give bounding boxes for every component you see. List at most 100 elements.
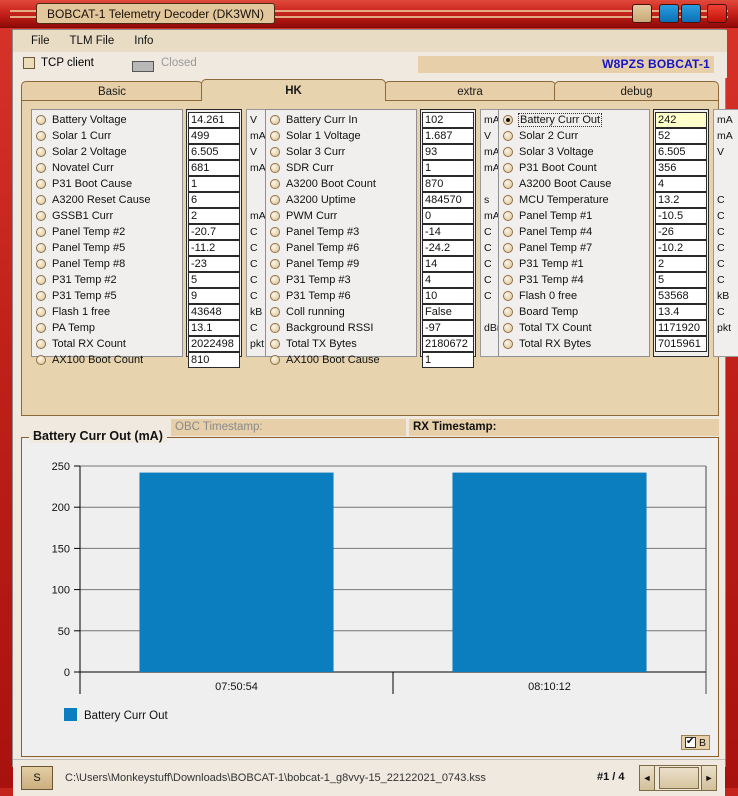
telemetry-value-field[interactable]: 1.687: [422, 128, 474, 144]
telemetry-radio-row[interactable]: Solar 3 Curr: [268, 144, 416, 160]
telemetry-value-field[interactable]: 2180672: [422, 336, 474, 352]
telemetry-value-field[interactable]: -14: [422, 224, 474, 240]
menu-item-file[interactable]: File: [21, 33, 60, 49]
radio-button-icon[interactable]: [503, 115, 513, 125]
radio-button-icon[interactable]: [503, 339, 513, 349]
telemetry-value-field[interactable]: -11.2: [188, 240, 240, 256]
radio-button-icon[interactable]: [503, 131, 513, 141]
radio-button-icon[interactable]: [36, 243, 46, 253]
restore-button[interactable]: [659, 4, 679, 23]
bar[interactable]: [139, 472, 334, 672]
telemetry-radio-row[interactable]: Panel Temp #7: [501, 240, 649, 256]
radio-button-icon[interactable]: [503, 179, 513, 189]
telemetry-radio-row[interactable]: P31 Temp #2: [34, 272, 182, 288]
radio-button-icon[interactable]: [36, 115, 46, 125]
telemetry-value-field[interactable]: 810: [188, 352, 240, 368]
radio-button-icon[interactable]: [503, 323, 513, 333]
telemetry-radio-row[interactable]: Panel Temp #4: [501, 224, 649, 240]
radio-button-icon[interactable]: [36, 307, 46, 317]
telemetry-radio-row[interactable]: Panel Temp #9: [268, 256, 416, 272]
telemetry-value-field[interactable]: 242: [655, 112, 707, 128]
tab-extra[interactable]: extra: [384, 81, 556, 101]
telemetry-value-field[interactable]: 52: [655, 128, 707, 144]
telemetry-value-field[interactable]: 6.505: [188, 144, 240, 160]
telemetry-value-field[interactable]: 499: [188, 128, 240, 144]
telemetry-value-field[interactable]: 13.2: [655, 192, 707, 208]
radio-button-icon[interactable]: [270, 355, 280, 365]
telemetry-value-field[interactable]: 1: [422, 352, 474, 368]
tab-basic[interactable]: Basic: [21, 81, 203, 101]
radio-button-icon[interactable]: [503, 163, 513, 173]
telemetry-radio-row[interactable]: Panel Temp #3: [268, 224, 416, 240]
radio-button-icon[interactable]: [503, 259, 513, 269]
telemetry-radio-row[interactable]: P31 Temp #6: [268, 288, 416, 304]
telemetry-radio-row[interactable]: Solar 2 Curr: [501, 128, 649, 144]
radio-button-icon[interactable]: [36, 355, 46, 365]
s-button[interactable]: S: [21, 766, 53, 790]
telemetry-radio-row[interactable]: Solar 1 Curr: [34, 128, 182, 144]
telemetry-value-field[interactable]: 2: [188, 208, 240, 224]
horizontal-scrollbar[interactable]: ◄ ►: [639, 765, 717, 791]
radio-button-icon[interactable]: [503, 275, 513, 285]
menu-item-tlm-file[interactable]: TLM File: [60, 33, 125, 49]
telemetry-radio-row[interactable]: MCU Temperature: [501, 192, 649, 208]
radio-button-icon[interactable]: [270, 323, 280, 333]
radio-button-icon[interactable]: [36, 291, 46, 301]
radio-button-icon[interactable]: [270, 227, 280, 237]
tab-debug[interactable]: debug: [554, 81, 719, 101]
telemetry-value-field[interactable]: 2: [655, 256, 707, 272]
telemetry-value-field[interactable]: 6: [188, 192, 240, 208]
telemetry-value-field[interactable]: False: [422, 304, 474, 320]
telemetry-value-field[interactable]: 6.505: [655, 144, 707, 160]
radio-button-icon[interactable]: [36, 195, 46, 205]
telemetry-radio-row[interactable]: Panel Temp #1: [501, 208, 649, 224]
telemetry-value-field[interactable]: -20.7: [188, 224, 240, 240]
radio-button-icon[interactable]: [270, 131, 280, 141]
radio-button-icon[interactable]: [36, 259, 46, 269]
radio-button-icon[interactable]: [270, 179, 280, 189]
radio-button-icon[interactable]: [36, 339, 46, 349]
telemetry-value-field[interactable]: 1: [188, 176, 240, 192]
telemetry-radio-row[interactable]: P31 Temp #5: [34, 288, 182, 304]
telemetry-value-field[interactable]: -24.2: [422, 240, 474, 256]
telemetry-radio-row[interactable]: Panel Temp #5: [34, 240, 182, 256]
telemetry-value-field[interactable]: 1: [422, 160, 474, 176]
tcp-client-checkbox[interactable]: TCP client: [23, 57, 94, 69]
radio-button-icon[interactable]: [270, 275, 280, 285]
radio-button-icon[interactable]: [36, 163, 46, 173]
telemetry-radio-row[interactable]: A3200 Boot Count: [268, 176, 416, 192]
telemetry-value-field[interactable]: 102: [422, 112, 474, 128]
radio-button-icon[interactable]: [503, 211, 513, 221]
radio-button-icon[interactable]: [36, 211, 46, 221]
telemetry-radio-row[interactable]: Total RX Count: [34, 336, 182, 352]
radio-button-icon[interactable]: [270, 211, 280, 221]
radio-button-icon[interactable]: [270, 147, 280, 157]
scrollbar-track[interactable]: [655, 766, 701, 790]
radio-button-icon[interactable]: [36, 147, 46, 157]
telemetry-value-field[interactable]: -97: [422, 320, 474, 336]
radio-button-icon[interactable]: [270, 307, 280, 317]
telemetry-radio-row[interactable]: Panel Temp #6: [268, 240, 416, 256]
telemetry-radio-row[interactable]: Panel Temp #2: [34, 224, 182, 240]
telemetry-value-field[interactable]: 93: [422, 144, 474, 160]
radio-button-icon[interactable]: [503, 147, 513, 157]
telemetry-value-field[interactable]: 53568: [655, 288, 707, 304]
radio-button-icon[interactable]: [503, 291, 513, 301]
radio-button-icon[interactable]: [36, 179, 46, 189]
telemetry-value-field[interactable]: 4: [655, 176, 707, 192]
radio-button-icon[interactable]: [36, 275, 46, 285]
telemetry-radio-row[interactable]: PA Temp: [34, 320, 182, 336]
bar[interactable]: [452, 472, 647, 672]
radio-button-icon[interactable]: [36, 323, 46, 333]
telemetry-radio-row[interactable]: Total TX Bytes: [268, 336, 416, 352]
telemetry-value-field[interactable]: 7015961: [655, 336, 707, 352]
scrollbar-thumb[interactable]: [659, 767, 699, 789]
telemetry-radio-row[interactable]: Battery Voltage: [34, 112, 182, 128]
telemetry-radio-row[interactable]: P31 Temp #1: [501, 256, 649, 272]
telemetry-radio-row[interactable]: Total RX Bytes: [501, 336, 649, 352]
radio-button-icon[interactable]: [503, 195, 513, 205]
tab-hk[interactable]: HK: [201, 79, 386, 101]
telemetry-value-field[interactable]: 2022498: [188, 336, 240, 352]
telemetry-radio-row[interactable]: Coll running: [268, 304, 416, 320]
close-button[interactable]: [707, 4, 727, 23]
